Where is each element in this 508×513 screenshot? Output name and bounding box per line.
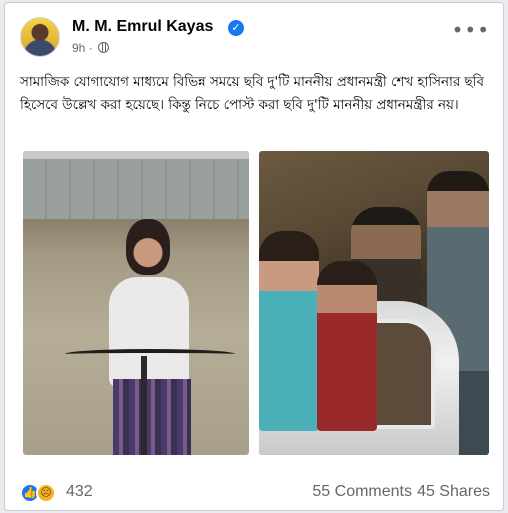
photo-girl-head bbox=[126, 219, 170, 275]
post-card: M. M. Emrul Kayas ✓ 9h · ••• সামাজিক যোগ… bbox=[4, 2, 504, 511]
post-header: M. M. Emrul Kayas ✓ 9h · ••• bbox=[20, 15, 490, 63]
ellipsis-icon[interactable]: ••• bbox=[452, 20, 490, 40]
post-photo-crowd-car[interactable] bbox=[259, 151, 489, 455]
post-time[interactable]: 9h bbox=[72, 41, 85, 55]
separator-dot: · bbox=[88, 41, 97, 55]
photo-person bbox=[259, 231, 319, 431]
photo-girl-body bbox=[109, 277, 189, 387]
photo-wall bbox=[23, 151, 249, 219]
photo-bicycle-handlebar bbox=[65, 349, 235, 359]
comments-count[interactable]: 55 Comments bbox=[312, 483, 412, 501]
shares-count[interactable]: 45 Shares bbox=[417, 483, 490, 501]
globe-icon bbox=[98, 42, 110, 53]
post-stats: 👍 ☹ 432 55 Comments 45 Shares bbox=[20, 481, 490, 505]
post-photo-girl-bicycle[interactable] bbox=[23, 151, 249, 455]
photo-girl-skirt bbox=[113, 379, 191, 455]
photo-person bbox=[317, 261, 377, 431]
photo-bicycle-fork bbox=[141, 356, 147, 455]
check-badge-icon: ✓ bbox=[228, 20, 244, 36]
author-name[interactable]: M. M. Emrul Kayas bbox=[72, 18, 213, 36]
post-text: সামাজিক যোগাযোগ মাধ্যমে বিভিন্ন সময়ে ছব… bbox=[20, 75, 484, 113]
photo-wall-top bbox=[23, 151, 249, 159]
sad-reaction-icon[interactable]: ☹ bbox=[36, 483, 56, 503]
reaction-count[interactable]: 432 bbox=[66, 483, 93, 501]
author-avatar[interactable] bbox=[20, 17, 60, 57]
post-meta: 9h · bbox=[72, 41, 110, 55]
